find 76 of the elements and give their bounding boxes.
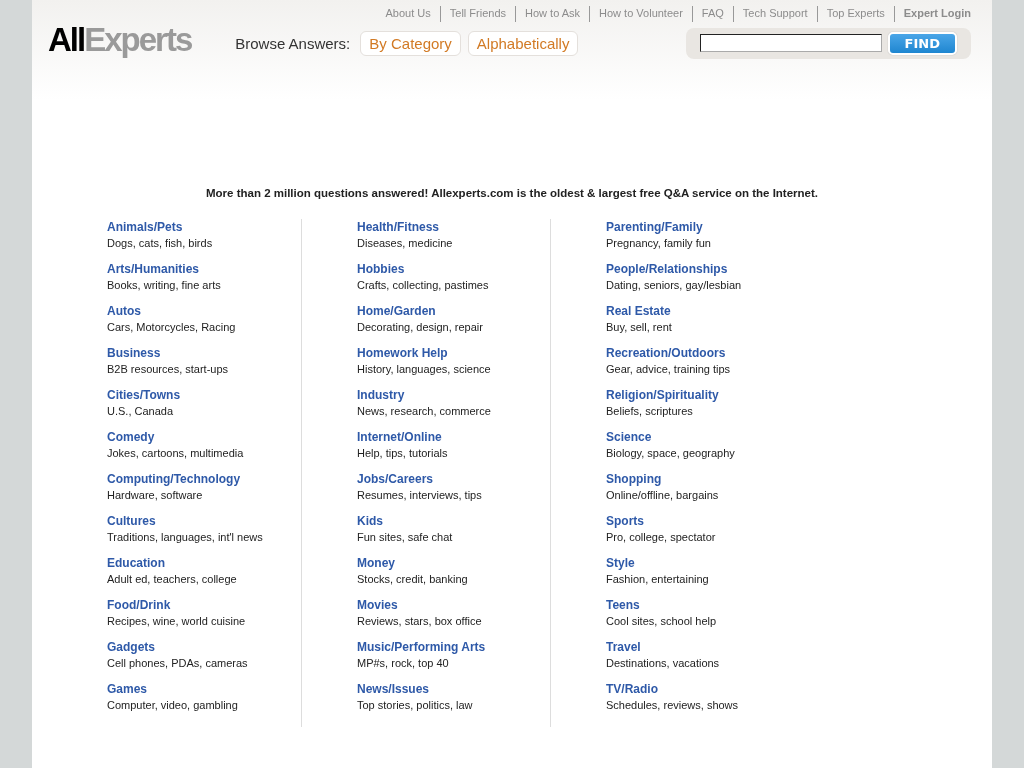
category-description: Pregnancy, family fun	[606, 236, 711, 251]
category-link[interactable]: Education	[107, 555, 165, 571]
category-link[interactable]: Homework Help	[357, 345, 448, 361]
category-link[interactable]: Teens	[606, 597, 640, 613]
search-field[interactable]	[699, 34, 882, 52]
category-link[interactable]: Cultures	[107, 513, 156, 529]
category-description: Cool sites, school help	[606, 614, 717, 629]
category-description: History, languages, science	[357, 362, 491, 377]
category-link[interactable]: Money	[357, 555, 395, 571]
site-logo[interactable]: AllExperts	[48, 20, 192, 60]
category-link[interactable]: News/Issues	[357, 681, 430, 697]
category-description: Reviews, stars, box office	[357, 614, 482, 629]
browse-label: Browse Answers:	[235, 34, 351, 52]
category-description: Hardware, software	[107, 488, 203, 503]
category-link[interactable]: Style	[606, 555, 635, 571]
category-link[interactable]: TV/Radio	[606, 681, 658, 697]
category-link[interactable]: Parenting/Family	[606, 219, 703, 235]
category-link[interactable]: Computing/Technology	[107, 471, 241, 487]
category-description: Books, writing, fine arts	[107, 278, 221, 293]
category-link[interactable]: Shopping	[606, 471, 662, 487]
category-link[interactable]: Hobbies	[357, 261, 405, 277]
category-link[interactable]: Cities/Towns	[107, 387, 181, 403]
category-link[interactable]: Health/Fitness	[357, 219, 440, 235]
category-link[interactable]: Food/Drink	[107, 597, 171, 613]
category-description: Crafts, collecting, pastimes	[357, 278, 489, 293]
category-description: MP#s, rock, top 40	[357, 656, 449, 671]
category-link[interactable]: Animals/Pets	[107, 219, 183, 235]
category-description: Dating, seniors, gay/lesbian	[606, 278, 742, 293]
category-description: Biology, space, geography	[606, 446, 735, 461]
category-description: Fashion, entertaining	[606, 572, 709, 587]
category-description: Top stories, politics, law	[357, 698, 473, 713]
category-link[interactable]: Jobs/Careers	[357, 471, 434, 487]
category-description: Pro, college, spectator	[606, 530, 716, 545]
category-link[interactable]: Arts/Humanities	[107, 261, 200, 277]
category-description: Fun sites, safe chat	[357, 530, 453, 545]
category-link[interactable]: Music/Performing Arts	[357, 639, 486, 655]
category-link[interactable]: Industry	[357, 387, 405, 403]
tagline: More than 2 million questions answered! Allexperts.com is the oldest & largest free Q&A service on the Internet.	[205, 187, 819, 199]
category-description: Recipes, wine, world cuisine	[107, 614, 246, 629]
category-link[interactable]: Kids	[357, 513, 383, 529]
category-description: Decorating, design, repair	[357, 320, 483, 335]
category-description: Online/offline, bargains	[606, 488, 719, 503]
category-description: Cell phones, PDAs, cameras	[107, 656, 248, 671]
category-description: Buy, sell, rent	[606, 320, 672, 335]
category-link[interactable]: People/Relationships	[606, 261, 728, 277]
category-description: Traditions, languages, int'l news	[107, 530, 263, 545]
category-description: Schedules, reviews, shows	[606, 698, 739, 713]
category-link[interactable]: Home/Garden	[357, 303, 436, 319]
category-link[interactable]: Recreation/Outdoors	[606, 345, 726, 361]
category-description: U.S., Canada	[107, 404, 174, 419]
category-description: News, research, commerce	[357, 404, 491, 419]
category-link[interactable]: Games	[107, 681, 148, 697]
category-link[interactable]: Comedy	[107, 429, 155, 445]
category-link[interactable]: Real Estate	[606, 303, 671, 319]
category-description: Jokes, cartoons, multimedia	[107, 446, 244, 461]
category-link[interactable]: Autos	[107, 303, 141, 319]
category-description: Diseases, medicine	[357, 236, 453, 251]
category-link[interactable]: Sports	[606, 513, 644, 529]
category-description: Dogs, cats, fish, birds	[107, 236, 213, 251]
category-description: B2B resources, start-ups	[107, 362, 229, 377]
category-link[interactable]: Gadgets	[107, 639, 155, 655]
category-description: Beliefs, scriptures	[606, 404, 693, 419]
category-link[interactable]: Travel	[606, 639, 641, 655]
category-link[interactable]: Business	[107, 345, 161, 361]
category-link[interactable]: Science	[606, 429, 652, 445]
category-link[interactable]: Religion/Spirituality	[606, 387, 719, 403]
category-description: Help, tips, tutorials	[357, 446, 448, 461]
category-description: Cars, Motorcycles, Racing	[107, 320, 236, 335]
category-description: Stocks, credit, banking	[357, 572, 468, 587]
category-link[interactable]: Movies	[357, 597, 398, 613]
category-description: Adult ed, teachers, college	[107, 572, 237, 587]
category-link[interactable]: Internet/Online	[357, 429, 442, 445]
category-description: Computer, video, gambling	[107, 698, 238, 713]
category-description: Destinations, vacations	[606, 656, 720, 671]
category-description: Gear, advice, training tips	[606, 362, 731, 377]
category-description: Resumes, interviews, tips	[357, 488, 482, 503]
